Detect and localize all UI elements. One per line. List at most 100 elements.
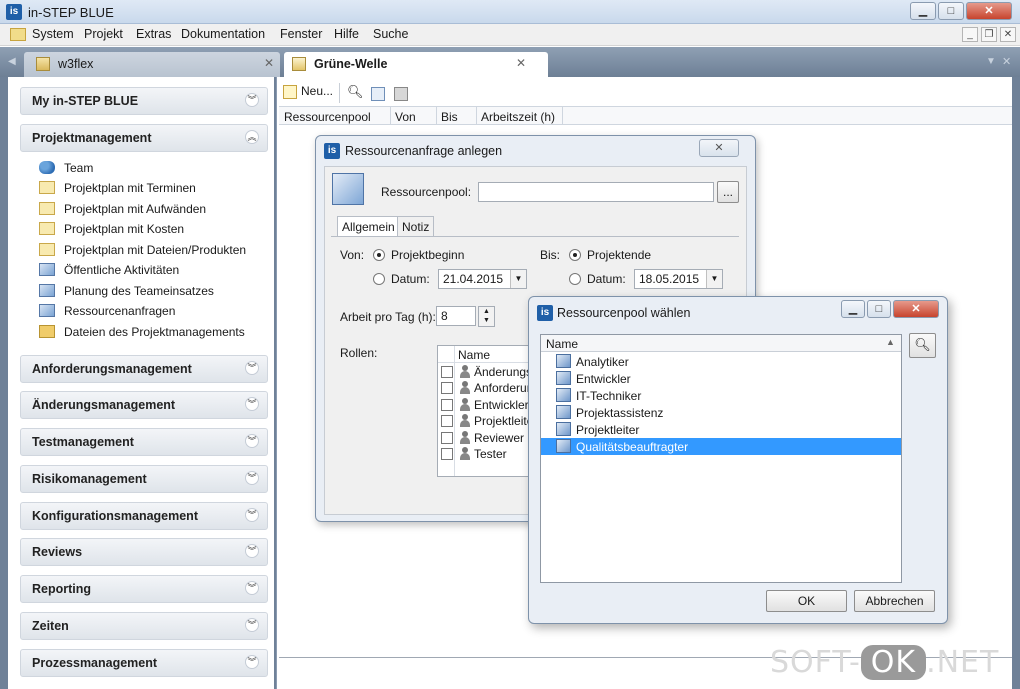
menu-hilfe[interactable]: Hilfe [334, 27, 359, 41]
arbeit-pro-tag-field[interactable]: 8 [436, 306, 476, 326]
section-testmanagement[interactable]: Testmanagement ︾ [20, 428, 268, 456]
new-button[interactable]: Neu... [301, 84, 333, 98]
role-checkbox[interactable] [441, 399, 453, 411]
dialog-close-button[interactable]: ✕ [699, 139, 739, 157]
role-checkbox[interactable] [441, 432, 453, 444]
tab-close-icon[interactable]: ✕ [264, 56, 274, 70]
tab-list-icon[interactable]: ▼ [986, 56, 996, 67]
role-row[interactable]: Tester [438, 446, 536, 462]
list-header[interactable]: Name ▲ [541, 335, 901, 352]
dialog-minimize-button[interactable]: ▁ [841, 300, 865, 318]
mdi-restore-button[interactable]: ❐ [981, 27, 997, 42]
column-ressourcenpool[interactable]: Ressourcenpool [284, 110, 371, 124]
role-checkbox[interactable] [441, 415, 453, 427]
minimize-button[interactable]: ▁ [910, 2, 936, 20]
menu-dokumentation[interactable]: Dokumentation [181, 27, 265, 41]
browse-button[interactable]: ... [717, 181, 739, 203]
bis-date-field[interactable]: 18.05.2015 ▼ [634, 269, 723, 289]
section-risikomanagement[interactable]: Risikomanagement ︾ [20, 465, 268, 493]
von-datum-radio[interactable] [373, 273, 385, 285]
cancel-button[interactable]: Abbrechen [854, 590, 935, 612]
maximize-button[interactable]: □ [938, 2, 964, 20]
role-row[interactable]: Entwickler [438, 397, 536, 413]
ressourcenpool-field[interactable] [478, 182, 714, 202]
resource-pool-list[interactable]: Name ▲ Analytiker Entwickler IT-Technike… [540, 334, 902, 583]
chevron-down-icon[interactable]: ︾ [245, 93, 259, 107]
von-date-field[interactable]: 21.04.2015 ▼ [438, 269, 527, 289]
ok-button[interactable]: OK [766, 590, 847, 612]
section-aenderungsmanagement[interactable]: Änderungsmanagement ︾ [20, 391, 268, 419]
chevron-down-icon[interactable]: ︾ [245, 581, 259, 595]
chevron-down-icon[interactable]: ︾ [245, 434, 259, 448]
projektende-radio[interactable] [569, 249, 581, 261]
watermark-right: .NET [926, 645, 1000, 680]
menu-extras[interactable]: Extras [136, 27, 171, 41]
menu-projekt[interactable]: Projekt [84, 27, 123, 41]
chevron-up-icon[interactable]: ︽ [245, 130, 259, 144]
list-item[interactable]: Projektleiter [541, 421, 901, 438]
role-row[interactable]: Änderungs [438, 364, 536, 380]
refresh-icon[interactable] [371, 87, 385, 101]
list-item[interactable]: Projektassistenz [541, 404, 901, 421]
tab-w3flex[interactable]: w3flex ✕ [24, 52, 280, 77]
menu-suche[interactable]: Suche [373, 27, 408, 41]
chevron-down-icon[interactable]: ︾ [245, 471, 259, 485]
role-label: Reviewer [474, 431, 525, 445]
section-anforderungsmanagement[interactable]: Anforderungsmanagement ︾ [20, 355, 268, 383]
tab-close-icon[interactable]: ✕ [516, 56, 526, 70]
menu-fenster[interactable]: Fenster [280, 27, 322, 41]
mdi-minimize-button[interactable]: _ [962, 27, 978, 42]
print-icon[interactable] [394, 87, 408, 101]
chevron-down-icon[interactable]: ︾ [245, 618, 259, 632]
section-projektmanagement[interactable]: Projektmanagement ︽ [20, 124, 268, 152]
role-row[interactable]: Reviewer [438, 430, 536, 446]
search-button[interactable]: 🔍︎ [909, 333, 936, 358]
chevron-down-icon[interactable]: ︾ [245, 655, 259, 669]
projektbeginn-radio[interactable] [373, 249, 385, 261]
column-arbeitszeit[interactable]: Arbeitszeit (h) [481, 110, 555, 124]
section-reviews[interactable]: Reviews ︾ [20, 538, 268, 566]
document-tab-bar: ◀ w3flex ✕ Grüne-Welle ✕ ▼ ✕ [0, 47, 1020, 77]
chevron-down-icon[interactable]: ︾ [245, 508, 259, 522]
tab-close-all-icon[interactable]: ✕ [1002, 55, 1011, 68]
chevron-down-icon[interactable]: ︾ [245, 544, 259, 558]
mdi-close-button[interactable]: ✕ [1000, 27, 1016, 42]
roles-list[interactable]: Name Änderungs Anforderun Entwickler Pro… [437, 345, 537, 477]
system-menu-icon[interactable] [10, 28, 26, 41]
bis-datum-radio[interactable] [569, 273, 581, 285]
dialog-title: Ressourcenpool wählen [557, 306, 691, 320]
dialog-close-button[interactable]: ✕ [893, 300, 939, 318]
role-row[interactable]: Projektleite [438, 413, 536, 429]
chevron-down-icon[interactable]: ▼ [706, 270, 722, 288]
chevron-down-icon[interactable]: ︾ [245, 361, 259, 375]
section-konfigurationsmanagement[interactable]: Konfigurationsmanagement ︾ [20, 502, 268, 530]
section-zeiten[interactable]: Zeiten ︾ [20, 612, 268, 640]
list-item[interactable]: Analytiker [541, 353, 901, 370]
chevron-down-icon[interactable]: ︾ [245, 397, 259, 411]
role-checkbox[interactable] [441, 366, 453, 378]
section-prozessmanagement[interactable]: Prozessmanagement ︾ [20, 649, 268, 677]
menu-system[interactable]: System [32, 27, 74, 41]
role-row[interactable]: Anforderun [438, 380, 536, 396]
list-item-selected[interactable]: Qualitätsbeauftragter [541, 438, 901, 455]
section-my-instep-blue[interactable]: My in-STEP BLUE ︾ [20, 87, 268, 115]
section-reporting[interactable]: Reporting ︾ [20, 575, 268, 603]
dialog-maximize-button[interactable]: □ [867, 300, 891, 318]
tab-scroll-left-icon[interactable]: ◀ [8, 56, 16, 67]
tab-gruene-welle[interactable]: Grüne-Welle ✕ [284, 52, 548, 77]
role-checkbox[interactable] [441, 382, 453, 394]
role-checkbox[interactable] [441, 448, 453, 460]
tab-notiz[interactable]: Notiz [397, 216, 435, 236]
bis-date-value: 18.05.2015 [639, 272, 700, 286]
search-icon[interactable]: 🔍︎ [347, 84, 364, 99]
close-button[interactable]: ✕ [966, 2, 1012, 20]
tab-allgemein[interactable]: Allgemein [337, 216, 400, 236]
chevron-down-icon[interactable]: ▼ [510, 270, 526, 288]
arbeit-stepper[interactable]: ▲ ▼ [478, 306, 495, 327]
column-von[interactable]: Von [395, 110, 416, 124]
list-item[interactable]: Entwickler [541, 370, 901, 387]
list-item[interactable]: IT-Techniker [541, 387, 901, 404]
column-bis[interactable]: Bis [441, 110, 458, 124]
role-label: Projektleite [474, 414, 534, 428]
navigation-panel: My in-STEP BLUE ︾ Projektmanagement ︽ Te… [0, 77, 276, 689]
